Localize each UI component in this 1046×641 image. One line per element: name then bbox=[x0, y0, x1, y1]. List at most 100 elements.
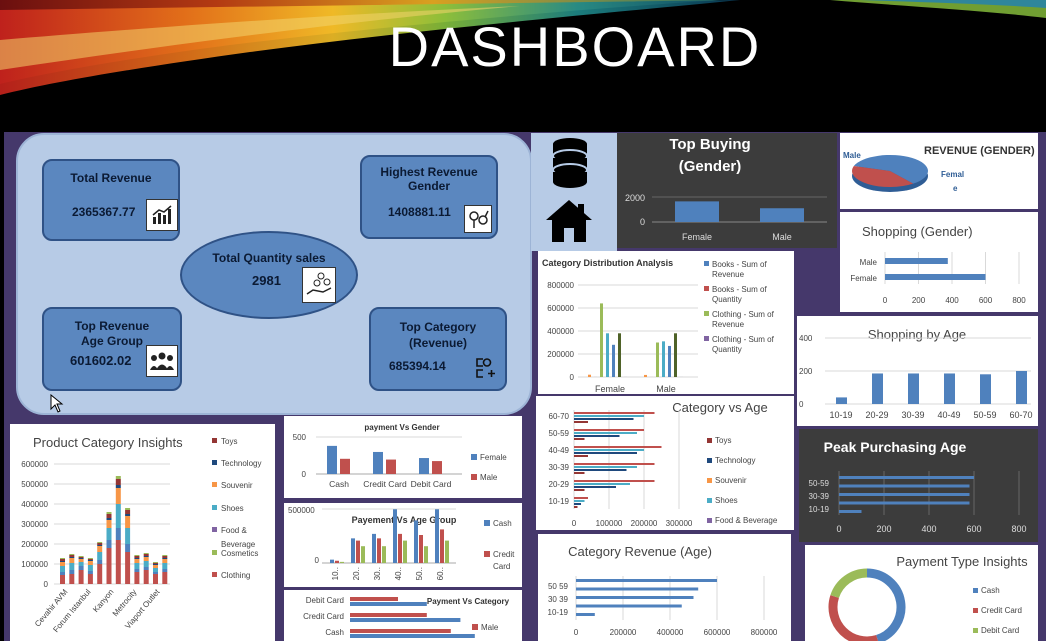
legend-label: Cash bbox=[981, 586, 1000, 595]
category-label: 60-70 bbox=[1009, 410, 1032, 420]
bar-segment bbox=[143, 557, 149, 561]
chart-title: Payment Vs Category bbox=[427, 597, 510, 606]
bar bbox=[419, 535, 423, 563]
tick-label: 400 bbox=[945, 296, 959, 305]
tick-label: 0 bbox=[574, 628, 579, 637]
tick-label: 200000 bbox=[547, 350, 574, 359]
panel-product-category-insights: Product Category Insights 600000 500000 400… bbox=[10, 424, 275, 641]
bar bbox=[574, 472, 585, 474]
panel-top-buying-gender: Top Buying (Gender) 2000 0 Female Male bbox=[617, 133, 837, 248]
kpi-value: 685394.14 bbox=[389, 359, 446, 373]
legend-label: Books - Sum of bbox=[712, 285, 767, 294]
tick-label: 0 bbox=[836, 524, 841, 534]
tick-label: 800000 bbox=[751, 628, 778, 637]
bar bbox=[372, 533, 376, 563]
bar-segment bbox=[87, 560, 93, 561]
category-label: 10-19 bbox=[549, 497, 570, 506]
tick-label: 100000 bbox=[21, 560, 48, 569]
tick-label: 800000 bbox=[547, 281, 574, 290]
tick-label: 600 bbox=[966, 524, 981, 534]
bar bbox=[606, 333, 609, 377]
legend-label: Card bbox=[493, 562, 510, 571]
panel-category-revenue-age: Category Revenue (Age) 0 200000 400000 60000… bbox=[538, 534, 791, 641]
donut-slice bbox=[828, 595, 879, 641]
category-label: 20-29 bbox=[865, 410, 888, 420]
legend-swatch bbox=[704, 311, 709, 316]
bar bbox=[656, 342, 659, 377]
bar-segment bbox=[115, 479, 121, 485]
bar-segment bbox=[153, 568, 158, 572]
legend-label: Cosmetics bbox=[221, 549, 258, 558]
bar-segment bbox=[115, 504, 121, 528]
legend-label: Technology bbox=[221, 459, 261, 468]
bar-segment bbox=[106, 548, 112, 584]
bar bbox=[839, 510, 862, 513]
bar-segment bbox=[60, 572, 65, 575]
bar bbox=[382, 546, 386, 563]
legend-label: Souvenir bbox=[715, 476, 747, 485]
bar-segment bbox=[106, 520, 112, 528]
bar bbox=[330, 559, 334, 563]
tick-label: 300000 bbox=[666, 519, 693, 528]
bar bbox=[668, 345, 671, 377]
bar-segment bbox=[125, 508, 131, 510]
bar-segment bbox=[115, 485, 121, 488]
bar-segment bbox=[60, 561, 65, 562]
bar-segment bbox=[87, 561, 93, 565]
legend-swatch bbox=[212, 572, 217, 577]
category-label: 20.. bbox=[352, 567, 361, 580]
bar bbox=[944, 373, 955, 404]
bar bbox=[398, 533, 402, 563]
category-label: 40-49 bbox=[937, 410, 960, 420]
legend-swatch bbox=[973, 608, 978, 613]
legend-swatch bbox=[973, 628, 978, 633]
kpi-label: Total Revenue bbox=[70, 171, 152, 185]
bar-segment bbox=[125, 516, 131, 528]
page-title: DASHBOARD bbox=[388, 15, 762, 78]
bar-segment bbox=[69, 558, 75, 563]
bar-segment bbox=[97, 542, 103, 543]
legend-swatch bbox=[484, 520, 490, 526]
bar bbox=[574, 489, 585, 491]
slice-label: Male bbox=[843, 151, 861, 160]
category-label: 30-39 bbox=[809, 492, 830, 501]
bar bbox=[839, 501, 970, 505]
legend-swatch bbox=[704, 336, 709, 341]
legend-swatch bbox=[212, 438, 217, 443]
bar bbox=[576, 604, 682, 608]
bar bbox=[675, 201, 719, 222]
bar bbox=[335, 560, 339, 563]
bar-segment bbox=[143, 556, 149, 557]
bar-segment bbox=[134, 556, 140, 558]
bar bbox=[424, 546, 428, 563]
bar-segment bbox=[78, 566, 84, 570]
tick-label: 400000 bbox=[547, 327, 574, 336]
bar bbox=[574, 466, 637, 468]
bar-segment bbox=[97, 546, 103, 552]
kpi-total-revenue: Total Revenue 2365367.77 bbox=[42, 159, 180, 241]
group-icon bbox=[146, 345, 178, 377]
tick-label: 100000 bbox=[596, 519, 623, 528]
category-label: Credit Card bbox=[363, 479, 407, 489]
bar bbox=[618, 333, 621, 377]
legend-label: Quantity bbox=[712, 295, 742, 304]
bar bbox=[574, 435, 620, 437]
kpi-label: Top Revenue Age Group bbox=[74, 319, 150, 348]
category-label: Female bbox=[595, 384, 625, 394]
bar bbox=[574, 418, 634, 420]
bar-segment bbox=[143, 570, 149, 584]
bar bbox=[574, 432, 637, 434]
legend-swatch bbox=[704, 261, 709, 266]
bar bbox=[574, 421, 588, 423]
tick-label: 0 bbox=[302, 470, 307, 479]
tick-label: 200 bbox=[799, 367, 813, 376]
bar bbox=[340, 561, 344, 563]
tick-label: 400000 bbox=[21, 500, 48, 509]
bar-segment bbox=[87, 559, 93, 560]
legend-swatch bbox=[212, 550, 217, 555]
panel-peak-purchasing-age: Peak Purchasing Age 0 200 400 600 800 50-59 30-… bbox=[799, 429, 1038, 542]
tick-label: 500 bbox=[293, 433, 307, 442]
bar bbox=[574, 503, 581, 505]
bar-segment bbox=[69, 554, 75, 555]
bar-segment bbox=[153, 574, 158, 584]
